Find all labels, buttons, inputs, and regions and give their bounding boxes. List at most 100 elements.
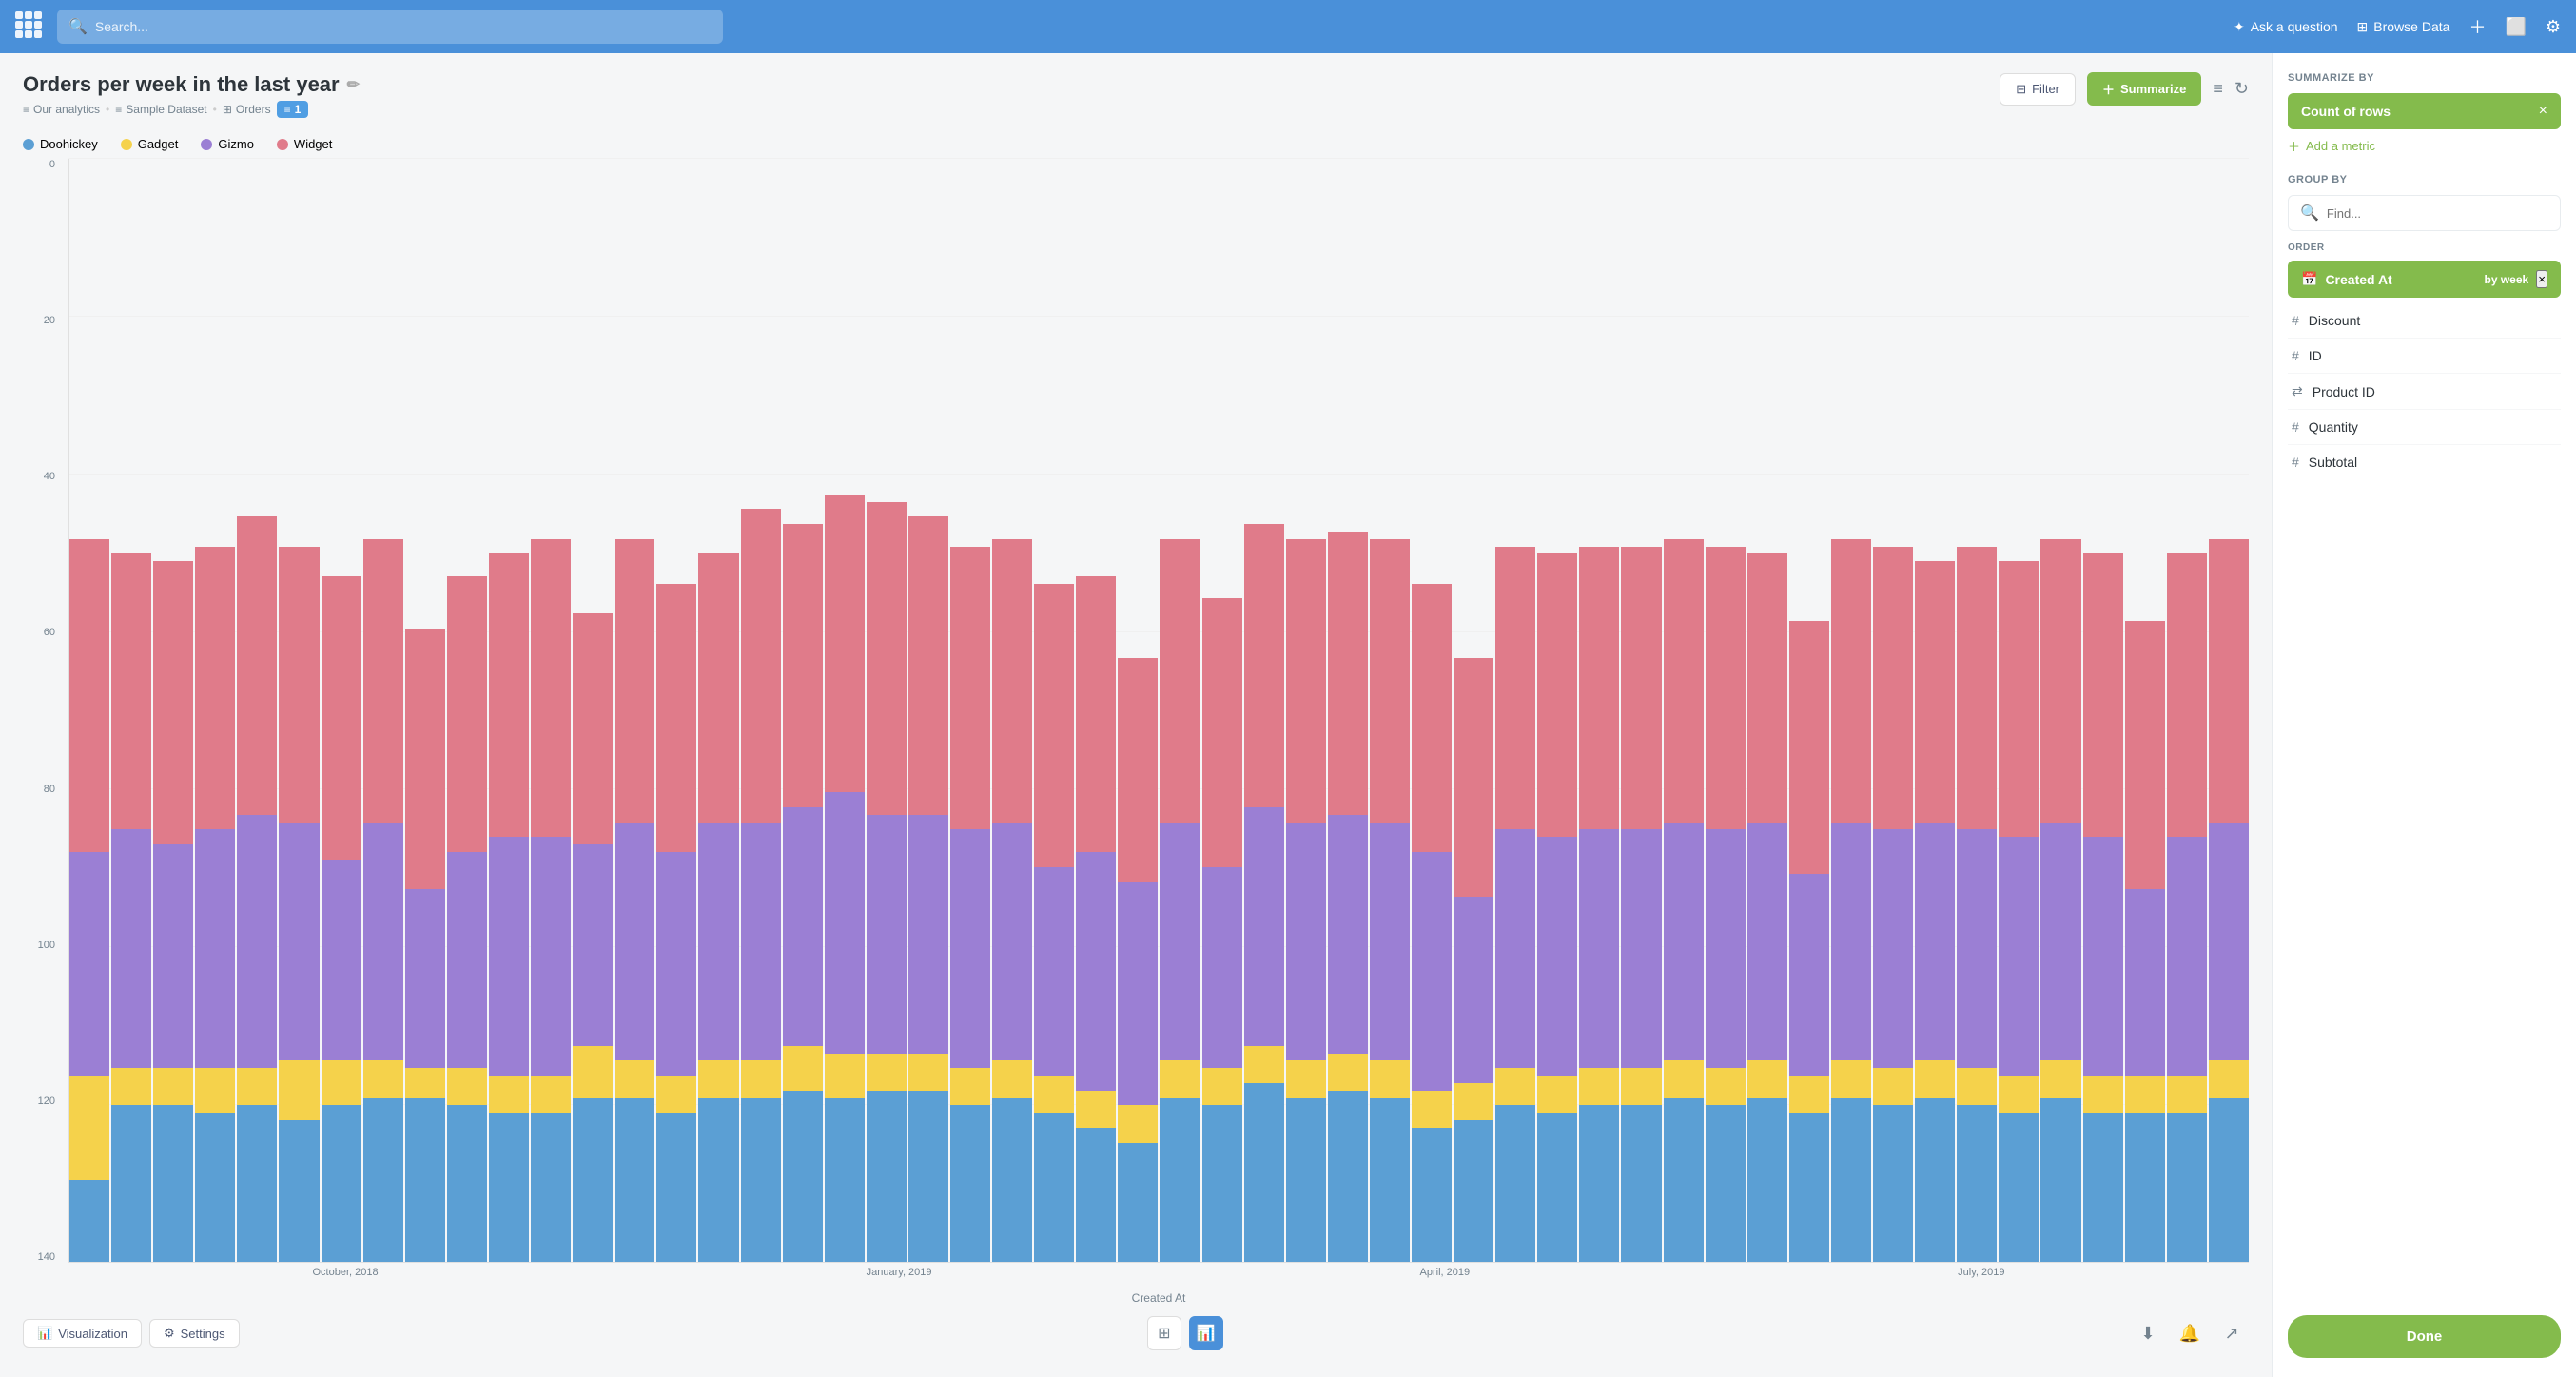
bar-segment[interactable] bbox=[531, 1076, 571, 1113]
bar-segment[interactable] bbox=[1202, 1068, 1242, 1105]
bar-group[interactable] bbox=[1621, 159, 1661, 1262]
bar-segment[interactable] bbox=[363, 1060, 403, 1097]
bar-group[interactable] bbox=[573, 159, 613, 1262]
bar-segment[interactable] bbox=[447, 1105, 487, 1262]
bar-segment[interactable] bbox=[908, 516, 948, 815]
bar-segment[interactable] bbox=[950, 829, 990, 1068]
bar-segment[interactable] bbox=[741, 823, 781, 1061]
bar-segment[interactable] bbox=[1706, 1105, 1746, 1262]
legend-gizmo[interactable]: Gizmo bbox=[201, 137, 254, 151]
bar-group[interactable] bbox=[1831, 159, 1871, 1262]
bar-segment[interactable] bbox=[531, 1113, 571, 1262]
share-icon[interactable]: ↗ bbox=[2215, 1316, 2249, 1350]
bar-segment[interactable] bbox=[2209, 539, 2249, 823]
bar-segment[interactable] bbox=[2125, 1113, 2165, 1262]
bar-segment[interactable] bbox=[1664, 1060, 1704, 1097]
bar-group[interactable] bbox=[153, 159, 193, 1262]
bar-group[interactable] bbox=[1034, 159, 1074, 1262]
bar-segment[interactable] bbox=[2125, 1076, 2165, 1113]
bar-segment[interactable] bbox=[1202, 1105, 1242, 1262]
bar-segment[interactable] bbox=[908, 1054, 948, 1091]
bar-group[interactable] bbox=[1915, 159, 1955, 1262]
bar-segment[interactable] bbox=[195, 1068, 235, 1113]
bar-segment[interactable] bbox=[1664, 539, 1704, 823]
bar-group[interactable] bbox=[1537, 159, 1577, 1262]
logo[interactable] bbox=[15, 11, 46, 42]
bar-segment[interactable] bbox=[867, 502, 907, 815]
bar-segment[interactable] bbox=[1621, 1105, 1661, 1262]
bar-group[interactable] bbox=[1076, 159, 1116, 1262]
remove-created-at-button[interactable]: × bbox=[2536, 270, 2547, 288]
bar-segment[interactable] bbox=[1412, 852, 1452, 1091]
bar-segment[interactable] bbox=[615, 539, 654, 823]
add-metric-button[interactable]: ＋ Add a metric bbox=[2288, 137, 2561, 155]
group-item-product-id[interactable]: ⇄ Product ID bbox=[2288, 374, 2561, 410]
bar-segment[interactable] bbox=[1076, 576, 1116, 852]
bar-segment[interactable] bbox=[2167, 837, 2207, 1076]
group-item-id[interactable]: # ID bbox=[2288, 339, 2561, 374]
bar-segment[interactable] bbox=[447, 852, 487, 1068]
bar-segment[interactable] bbox=[1034, 1113, 1074, 1262]
bar-segment[interactable] bbox=[447, 1068, 487, 1105]
bar-segment[interactable] bbox=[741, 509, 781, 822]
bar-group[interactable] bbox=[615, 159, 654, 1262]
bar-group[interactable] bbox=[489, 159, 529, 1262]
bar-segment[interactable] bbox=[2083, 553, 2123, 837]
bar-segment[interactable] bbox=[1789, 621, 1829, 874]
bar-segment[interactable] bbox=[698, 823, 738, 1061]
legend-gadget[interactable]: Gadget bbox=[121, 137, 179, 151]
bar-segment[interactable] bbox=[1076, 852, 1116, 1091]
bar-group[interactable] bbox=[1202, 159, 1242, 1262]
bar-segment[interactable] bbox=[1999, 561, 2039, 837]
bar-segment[interactable] bbox=[1789, 874, 1829, 1076]
bar-segment[interactable] bbox=[1244, 524, 1284, 807]
bar-segment[interactable] bbox=[1537, 1113, 1577, 1262]
bar-segment[interactable] bbox=[405, 889, 445, 1068]
bar-segment[interactable] bbox=[405, 629, 445, 889]
bar-segment[interactable] bbox=[1244, 807, 1284, 1046]
bar-segment[interactable] bbox=[69, 852, 109, 1076]
bar-segment[interactable] bbox=[1160, 1060, 1200, 1097]
bar-group[interactable] bbox=[405, 159, 445, 1262]
bar-group[interactable] bbox=[1664, 159, 1704, 1262]
bar-segment[interactable] bbox=[1160, 823, 1200, 1061]
bar-segment[interactable] bbox=[363, 539, 403, 823]
table-view-button[interactable]: ⊞ bbox=[1147, 1316, 1181, 1350]
search-bar[interactable]: 🔍 bbox=[57, 10, 723, 44]
bar-segment[interactable] bbox=[2209, 1060, 2249, 1097]
bar-group[interactable] bbox=[783, 159, 823, 1262]
ask-question-button[interactable]: ✦ Ask a question bbox=[2234, 19, 2338, 35]
bar-segment[interactable] bbox=[1537, 837, 1577, 1076]
bar-segment[interactable] bbox=[1915, 561, 1955, 822]
bar-segment[interactable] bbox=[1999, 837, 2039, 1076]
bar-segment[interactable] bbox=[489, 553, 529, 837]
bar-segment[interactable] bbox=[1831, 1098, 1871, 1262]
bar-segment[interactable] bbox=[615, 1060, 654, 1097]
bar-segment[interactable] bbox=[1915, 1098, 1955, 1262]
group-item-quantity[interactable]: # Quantity bbox=[2288, 410, 2561, 445]
bar-segment[interactable] bbox=[1789, 1113, 1829, 1262]
group-item-discount[interactable]: # Discount bbox=[2288, 303, 2561, 339]
bar-segment[interactable] bbox=[69, 539, 109, 852]
bar-group[interactable] bbox=[867, 159, 907, 1262]
bar-segment[interactable] bbox=[279, 1060, 319, 1120]
bar-segment[interactable] bbox=[2083, 1076, 2123, 1113]
bar-segment[interactable] bbox=[2167, 553, 2207, 837]
bar-segment[interactable] bbox=[1747, 823, 1787, 1061]
sort-icon[interactable]: ≡ bbox=[2213, 79, 2223, 99]
bar-segment[interactable] bbox=[783, 1046, 823, 1091]
bar-segment[interactable] bbox=[1915, 1060, 1955, 1097]
bar-segment[interactable] bbox=[1957, 829, 1997, 1068]
bar-segment[interactable] bbox=[1286, 539, 1326, 823]
bar-group[interactable] bbox=[2040, 159, 2080, 1262]
bar-group[interactable] bbox=[2209, 159, 2249, 1262]
done-button[interactable]: Done bbox=[2288, 1315, 2561, 1358]
bar-segment[interactable] bbox=[489, 1113, 529, 1262]
bar-segment[interactable] bbox=[1579, 829, 1619, 1068]
settings-icon[interactable]: ⚙ bbox=[2546, 17, 2561, 37]
bar-segment[interactable] bbox=[111, 1105, 151, 1262]
bar-segment[interactable] bbox=[1328, 815, 1368, 1054]
alert-icon[interactable]: 🔔 bbox=[2173, 1316, 2207, 1350]
bar-view-button[interactable]: 📊 bbox=[1189, 1316, 1223, 1350]
bar-segment[interactable] bbox=[1412, 584, 1452, 852]
